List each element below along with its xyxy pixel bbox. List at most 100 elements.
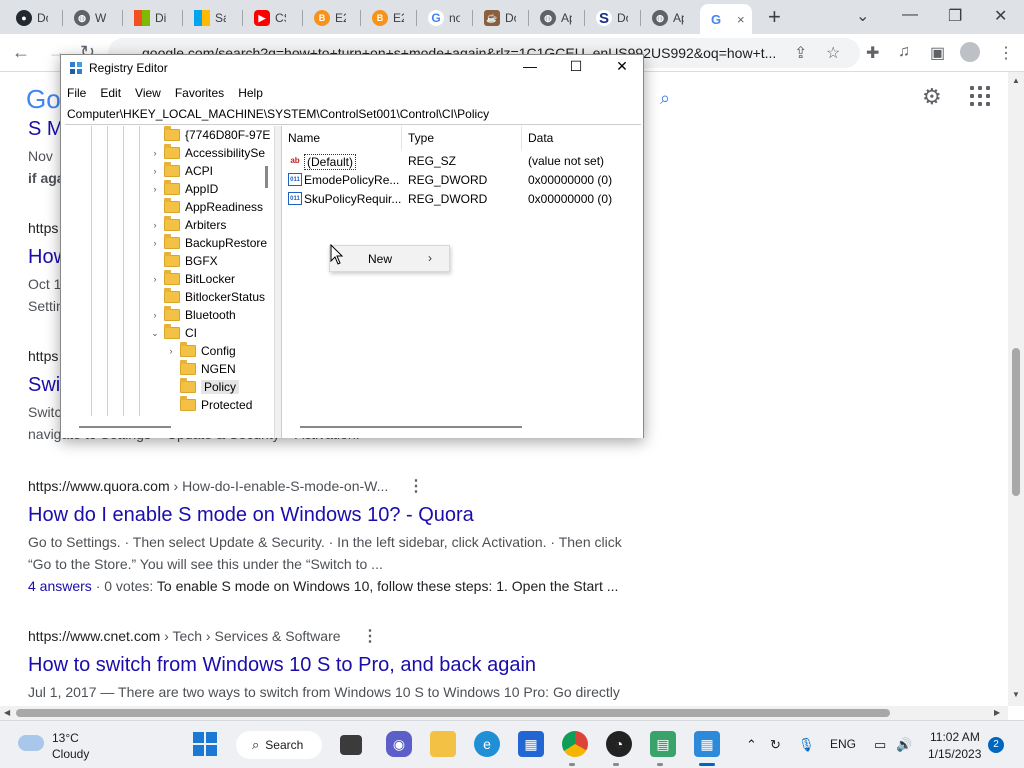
tree-scrollbar-thumb[interactable]	[265, 166, 268, 188]
tab-0[interactable]: ●Do	[8, 4, 48, 32]
registry-editor-titlebar[interactable]: Registry Editor — ☐ ✕	[61, 55, 643, 83]
tab-5[interactable]: BE2C	[306, 4, 346, 32]
result-title[interactable]: Swi	[28, 374, 60, 397]
language-indicator[interactable]: ENG	[830, 737, 856, 751]
collapse-arrow-icon[interactable]: ⌄	[149, 328, 161, 339]
tree-key[interactable]: NGEN	[165, 360, 236, 378]
menu-view[interactable]: View	[135, 83, 167, 105]
spreadsheet-app-icon[interactable]: ▤	[650, 731, 676, 757]
scroll-right-icon[interactable]: ▶	[994, 708, 1000, 717]
column-header-data[interactable]: Data	[522, 126, 644, 150]
profile-avatar-icon[interactable]	[960, 42, 980, 62]
bookmark-star-icon[interactable]: ☆	[826, 43, 840, 63]
tree-key[interactable]: BitlockerStatus	[149, 288, 265, 306]
taskbar-search[interactable]: ⌕ Search	[236, 731, 322, 759]
tree-key-policy-selected[interactable]: Policy	[165, 378, 240, 396]
more-options-icon[interactable]: ⋮	[408, 476, 424, 496]
tab-3[interactable]: Sav	[186, 4, 226, 32]
registry-editor-taskbar-icon[interactable]: ▦	[694, 731, 720, 757]
notification-badge[interactable]: 2	[988, 737, 1004, 753]
tab-11[interactable]: ◍Ap	[644, 4, 684, 32]
tree-key[interactable]: › AppID	[149, 180, 218, 198]
result-cite-quora[interactable]: https://www.quora.com › How-do-I-enable-…	[28, 478, 388, 494]
column-header-name[interactable]: Name	[282, 126, 402, 150]
chrome-icon[interactable]	[562, 731, 588, 757]
tab-1[interactable]: ◍We	[66, 4, 106, 32]
tree-horizontal-scrollbar[interactable]	[79, 426, 171, 428]
result-title[interactable]: S M	[28, 118, 64, 141]
weather-condition[interactable]: Cloudy	[52, 747, 89, 761]
google-apps-icon[interactable]	[970, 86, 990, 106]
share-icon[interactable]: ⇪	[794, 43, 807, 63]
network-icon[interactable]: ▭	[874, 737, 886, 753]
more-options-icon[interactable]: ⋮	[362, 626, 378, 646]
page-vertical-scrollbar[interactable]: ▲ ▼	[1008, 72, 1024, 706]
tab-active[interactable]: G ×	[700, 4, 752, 34]
registry-value-row[interactable]: ab (Default) REG_SZ (value not set)	[282, 152, 644, 171]
tree-key[interactable]: AppReadiness	[149, 198, 263, 216]
tree-key[interactable]: › AccessibilitySe	[149, 144, 265, 162]
restore-icon[interactable]: ❐	[948, 6, 962, 26]
scrollbar-thumb[interactable]	[1012, 348, 1020, 496]
result-cite[interactable]: https	[28, 348, 58, 364]
scroll-left-icon[interactable]: ◀	[4, 708, 10, 717]
tab-10[interactable]: SDo	[588, 4, 628, 32]
close-icon[interactable]: ×	[737, 12, 745, 27]
menu-help[interactable]: Help	[238, 83, 269, 105]
expand-arrow-icon[interactable]: ›	[149, 184, 161, 194]
store-icon[interactable]: ▦	[518, 731, 544, 757]
scrollbar-thumb[interactable]	[16, 709, 890, 717]
scroll-up-icon[interactable]: ▲	[1012, 76, 1020, 85]
chevron-up-icon[interactable]: ⌃	[746, 737, 757, 753]
start-button[interactable]	[192, 731, 218, 757]
expand-arrow-icon[interactable]: ›	[165, 346, 177, 356]
tree-key[interactable]: › BitLocker	[149, 270, 235, 288]
tab-2[interactable]: Dis	[126, 4, 166, 32]
more-menu-icon[interactable]: ⋮	[998, 43, 1014, 63]
tree-key[interactable]: › ACPI	[149, 162, 213, 180]
column-header-type[interactable]: Type	[402, 126, 522, 150]
result-cite[interactable]: https	[28, 220, 58, 236]
context-menu-new[interactable]: New	[368, 252, 392, 266]
result-title-cnet[interactable]: How to switch from Windows 10 S to Pro, …	[28, 654, 536, 677]
volume-icon[interactable]: 🔊	[896, 737, 912, 753]
registry-value-row[interactable]: 011 SkuPolicyRequir... REG_DWORD 0x00000…	[282, 190, 644, 209]
tab-9[interactable]: ◍Ap	[532, 4, 572, 32]
minimize-icon[interactable]: —	[507, 58, 553, 74]
tree-key[interactable]: › BackupRestore	[149, 234, 267, 252]
close-icon[interactable]: ✕	[599, 58, 645, 75]
extensions-icon[interactable]: ✚	[866, 43, 879, 63]
obs-icon[interactable]: ◔	[606, 731, 632, 757]
tree-key-ci[interactable]: ⌄ CI	[149, 324, 197, 342]
menu-edit[interactable]: Edit	[100, 83, 127, 105]
side-panel-icon[interactable]: ▣	[930, 43, 945, 63]
settings-gear-icon[interactable]: ⚙	[922, 84, 942, 110]
media-control-icon[interactable]: ♫	[898, 43, 910, 61]
result-title-quora[interactable]: How do I enable S mode on Windows 10? - …	[28, 504, 474, 527]
page-horizontal-scrollbar[interactable]: ◀ ▶	[0, 706, 1008, 720]
teams-chat-icon[interactable]: ◉	[386, 731, 412, 757]
google-logo[interactable]: Go	[26, 84, 61, 115]
clock-date[interactable]: 1/15/2023	[928, 747, 981, 761]
edge-icon[interactable]: e	[474, 731, 500, 757]
tab-6[interactable]: BE2C	[364, 4, 404, 32]
maximize-icon[interactable]: ☐	[553, 58, 599, 75]
tree-key[interactable]: {7746D80F-97E	[149, 126, 270, 144]
tab-8[interactable]: ☕Do	[476, 4, 516, 32]
microphone-icon[interactable]: 🎙	[798, 737, 815, 753]
expand-arrow-icon[interactable]: ›	[149, 148, 161, 158]
close-window-icon[interactable]: ✕	[994, 6, 1007, 26]
registry-address-bar[interactable]: Computer\HKEY_LOCAL_MACHINE\SYSTEM\Contr…	[65, 105, 641, 125]
task-view-icon[interactable]	[340, 735, 362, 755]
tree-key[interactable]: › Arbiters	[149, 216, 226, 234]
tab-search-icon[interactable]: ⌄	[856, 6, 869, 26]
expand-arrow-icon[interactable]: ›	[149, 310, 161, 320]
back-icon[interactable]: ←	[12, 42, 30, 63]
cloud-icon[interactable]	[18, 735, 44, 751]
expand-arrow-icon[interactable]: ›	[149, 238, 161, 248]
tree-key[interactable]: › Bluetooth	[149, 306, 236, 324]
tab-7[interactable]: Gno	[420, 4, 460, 32]
search-icon[interactable]: ⌕	[660, 88, 670, 109]
tree-key[interactable]: › Config	[165, 342, 236, 360]
clock-time[interactable]: 11:02 AM	[930, 730, 980, 744]
